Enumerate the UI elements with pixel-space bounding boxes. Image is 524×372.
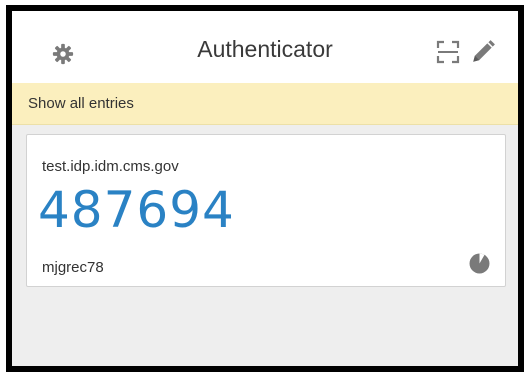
scan-qr-icon[interactable] [436, 40, 460, 64]
entry-account: mjgrec78 [42, 259, 104, 276]
entry-code[interactable]: 487694 [38, 181, 235, 239]
header-bar: Authenticator [12, 11, 518, 83]
pencil-icon[interactable] [470, 39, 496, 65]
show-all-entries-label: Show all entries [28, 95, 134, 112]
entry-issuer: test.idp.idm.cms.gov [42, 158, 179, 175]
countdown-pie-icon [469, 253, 490, 274]
show-all-entries-banner[interactable]: Show all entries [12, 83, 518, 125]
entry-card[interactable]: test.idp.idm.cms.gov 487694 mjgrec78 [26, 134, 506, 287]
app-window: Authenticator Show all entries test.idp.… [6, 5, 524, 372]
